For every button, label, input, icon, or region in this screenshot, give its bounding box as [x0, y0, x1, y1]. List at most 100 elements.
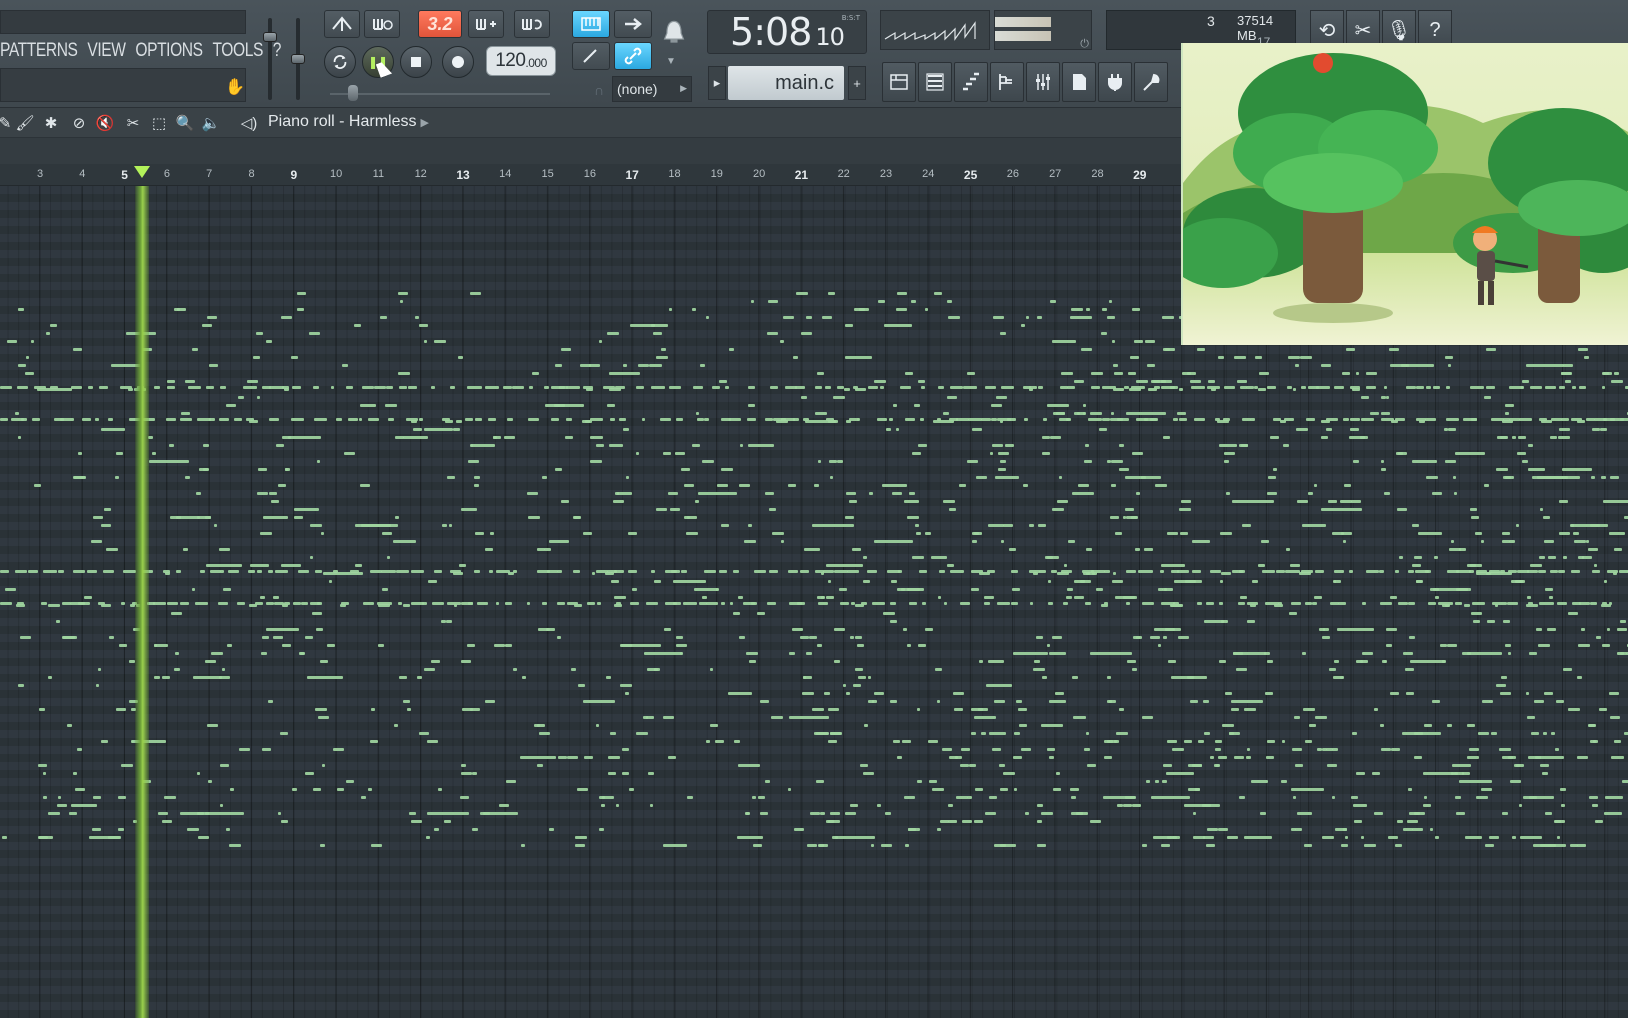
note[interactable] [959, 602, 970, 605]
note[interactable] [1543, 692, 1553, 695]
note[interactable] [916, 780, 922, 783]
note[interactable] [1579, 602, 1591, 605]
note[interactable] [292, 602, 301, 605]
note[interactable] [821, 596, 825, 599]
note[interactable] [1207, 386, 1220, 389]
note[interactable] [225, 404, 236, 407]
note[interactable] [809, 812, 820, 815]
note[interactable] [528, 386, 533, 389]
note[interactable] [852, 548, 862, 551]
note[interactable] [449, 386, 455, 389]
note[interactable] [222, 668, 226, 671]
note[interactable] [918, 444, 928, 447]
note[interactable] [457, 356, 463, 359]
note[interactable] [250, 564, 270, 567]
note[interactable] [1162, 764, 1172, 767]
note[interactable] [711, 386, 720, 389]
note[interactable] [362, 386, 375, 389]
note[interactable] [1206, 602, 1214, 605]
note[interactable] [1297, 500, 1309, 503]
note[interactable] [828, 820, 841, 823]
note[interactable] [948, 804, 954, 807]
note[interactable] [698, 492, 738, 495]
note[interactable] [1320, 436, 1328, 439]
note[interactable] [307, 676, 344, 679]
note[interactable] [729, 418, 742, 421]
note[interactable] [98, 386, 108, 389]
note[interactable] [1452, 476, 1456, 479]
note[interactable] [290, 356, 298, 359]
note[interactable] [1051, 570, 1058, 573]
note[interactable] [1465, 836, 1483, 839]
note[interactable] [1020, 748, 1031, 751]
note[interactable] [1106, 700, 1116, 703]
note[interactable] [1014, 788, 1018, 791]
note[interactable] [1016, 700, 1023, 703]
note[interactable] [1114, 372, 1124, 375]
typing-keyboard-button[interactable] [572, 10, 610, 38]
note[interactable] [1351, 732, 1357, 735]
note[interactable] [720, 602, 725, 605]
note[interactable] [1511, 836, 1516, 839]
note[interactable] [739, 484, 751, 487]
note[interactable] [536, 724, 540, 727]
note[interactable] [493, 436, 498, 439]
note[interactable] [1488, 570, 1500, 573]
note[interactable] [485, 386, 500, 389]
note[interactable] [1162, 780, 1168, 783]
note[interactable] [1088, 764, 1096, 767]
note[interactable] [218, 418, 230, 421]
note[interactable] [1370, 412, 1380, 415]
note[interactable] [1158, 644, 1162, 647]
note[interactable] [119, 644, 128, 647]
note[interactable] [16, 602, 25, 605]
stop-button[interactable] [400, 46, 432, 78]
note[interactable] [1227, 836, 1239, 839]
note[interactable] [1470, 418, 1477, 421]
note[interactable] [1577, 348, 1588, 351]
note[interactable] [1055, 772, 1060, 775]
note[interactable] [1173, 602, 1179, 605]
note[interactable] [335, 418, 342, 421]
note[interactable] [1084, 460, 1093, 463]
note[interactable] [706, 602, 719, 605]
note[interactable] [1433, 556, 1438, 559]
note[interactable] [556, 570, 563, 573]
note[interactable] [176, 570, 181, 573]
note[interactable] [942, 412, 949, 415]
note[interactable] [1032, 668, 1045, 671]
note[interactable] [237, 396, 244, 399]
note[interactable] [794, 828, 805, 831]
note[interactable] [1455, 796, 1462, 799]
note[interactable] [732, 570, 740, 573]
note[interactable] [379, 316, 387, 319]
note[interactable] [1288, 612, 1297, 615]
note[interactable] [636, 452, 640, 455]
note[interactable] [1502, 812, 1509, 815]
note[interactable] [1125, 508, 1135, 511]
note[interactable] [801, 332, 813, 335]
time-format-tag[interactable]: B:S:T [842, 14, 860, 22]
note[interactable] [1464, 604, 1471, 607]
note[interactable] [1516, 764, 1521, 767]
note[interactable] [947, 564, 955, 567]
note[interactable] [473, 484, 479, 487]
note[interactable] [261, 636, 269, 639]
note[interactable] [1365, 386, 1376, 389]
note[interactable] [148, 460, 189, 463]
note[interactable] [1412, 564, 1422, 567]
note[interactable] [1172, 418, 1179, 421]
note[interactable] [737, 764, 760, 767]
note[interactable] [1230, 708, 1239, 711]
note[interactable] [461, 708, 473, 711]
note[interactable] [1379, 570, 1385, 573]
note[interactable] [857, 644, 865, 647]
note[interactable] [1102, 308, 1108, 311]
note[interactable] [14, 570, 28, 573]
note[interactable] [852, 386, 859, 389]
note[interactable] [1287, 386, 1292, 389]
note[interactable] [74, 476, 87, 479]
note[interactable] [691, 308, 696, 311]
note[interactable] [746, 418, 756, 421]
note[interactable] [89, 836, 122, 839]
